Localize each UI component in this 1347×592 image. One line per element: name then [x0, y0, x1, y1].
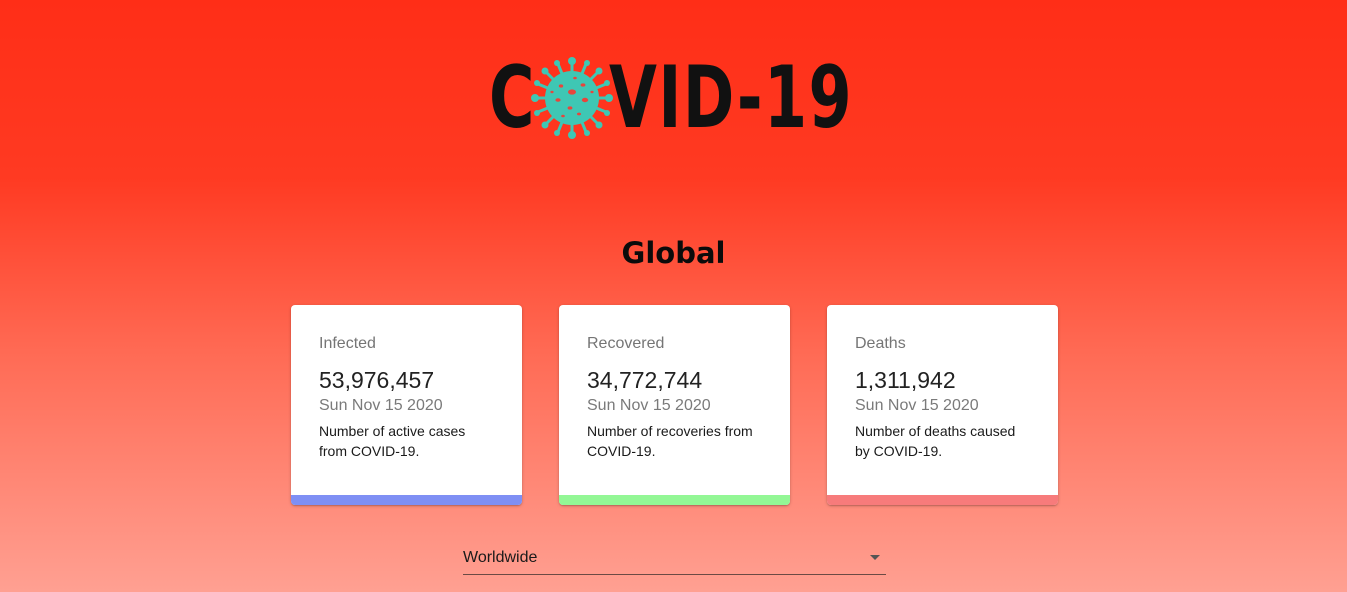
deaths-card: Deaths 1,311,942 Sun Nov 15 2020 Number …: [827, 305, 1058, 505]
card-accent-bar: [827, 495, 1058, 505]
card-value: 34,772,744: [587, 367, 703, 393]
arrow-drop-down-icon[interactable]: [870, 555, 880, 560]
country-picker-value: Worldwide: [463, 549, 538, 566]
card-label: Recovered: [587, 335, 665, 352]
recovered-card: Recovered 34,772,744 Sun Nov 15 2020 Num…: [559, 305, 790, 505]
card-date: Sun Nov 15 2020: [587, 397, 711, 414]
card-label: Infected: [319, 335, 376, 352]
card-value: 53,976,457: [319, 367, 435, 393]
card-label: Deaths: [855, 335, 906, 352]
region-heading: Global: [621, 236, 726, 270]
logo-text: VID-19: [609, 48, 854, 148]
card-accent-bar: [559, 495, 790, 505]
card-description: Number of deaths caused by COVID-19.: [855, 423, 1016, 459]
coronavirus-icon: [531, 57, 613, 139]
infected-card: Infected 53,976,457 Sun Nov 15 2020 Numb…: [291, 305, 522, 505]
card-description: Number of recoveries from COVID-19.: [587, 423, 753, 459]
logo-letter-c: C: [489, 48, 536, 148]
card-accent-bar: [291, 495, 522, 505]
country-picker[interactable]: Worldwide: [463, 543, 886, 575]
card-date: Sun Nov 15 2020: [319, 397, 443, 414]
card-description: Number of active cases from COVID-19.: [319, 423, 466, 459]
card-date: Sun Nov 15 2020: [855, 397, 979, 414]
card-value: 1,311,942: [855, 367, 956, 393]
